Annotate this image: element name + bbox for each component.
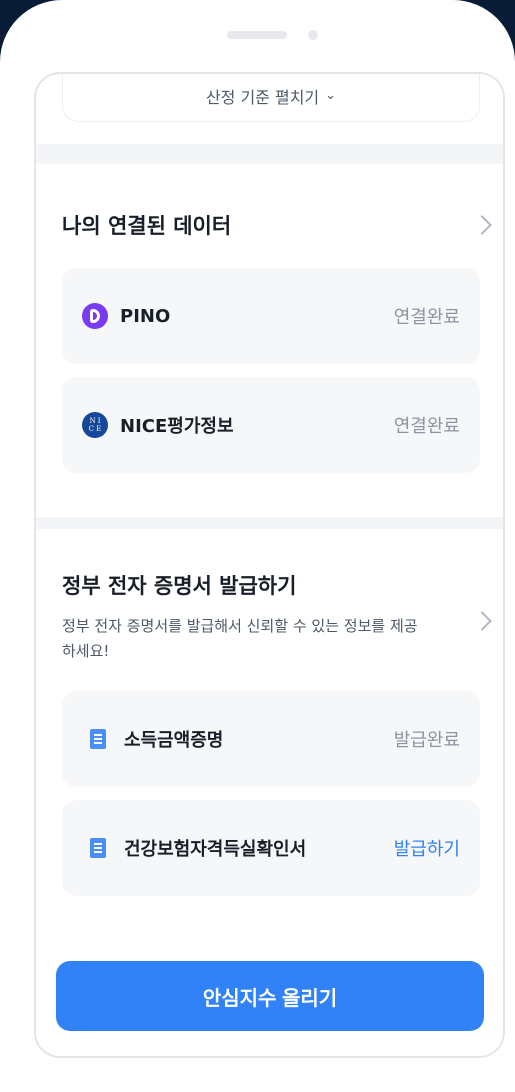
raise-safety-index-button[interactable]: 안심지수 올리기	[56, 961, 484, 1031]
chevron-right-icon	[472, 215, 492, 235]
connected-item-name: PINO	[120, 305, 171, 327]
chevron-down-icon: ⌄	[325, 88, 337, 103]
camera-dot	[308, 30, 318, 40]
criteria-expand-toggle[interactable]: 산정 기준 펼치기 ⌄	[62, 74, 480, 122]
document-icon	[90, 838, 106, 858]
section-divider	[36, 517, 503, 529]
chevron-right-icon	[472, 611, 492, 631]
certificate-item-name: 건강보험자격득실확인서	[124, 839, 307, 860]
certificate-item-income[interactable]: 소득금액증명 발급완료	[62, 691, 480, 787]
connected-data-title: 나의 연결된 데이터	[62, 214, 232, 238]
nice-logo-icon: N I C E	[82, 412, 108, 438]
issue-certificate-button[interactable]: 발급하기	[394, 835, 460, 861]
connected-item-name: NICE평가정보	[120, 416, 234, 437]
criteria-toggle-label: 산정 기준 펼치기	[205, 87, 320, 107]
certificate-item-status: 발급완료	[393, 730, 460, 751]
certificates-title: 정부 전자 증명서 발급하기	[62, 574, 297, 598]
connected-data-header[interactable]: 나의 연결된 데이터	[36, 194, 503, 254]
certificates-description: 정부 전자 증명서를 발급해서 신뢰할 수 있는 정보를 제공하세요!	[62, 617, 418, 660]
speaker-grille	[227, 31, 287, 39]
connected-item-nice[interactable]: N I C E NICE평가정보 연결완료	[62, 377, 480, 473]
certificate-item-name: 소득금액증명	[124, 730, 224, 751]
app-screen: 산정 기준 펼치기 ⌄ 나의 연결된 데이터 PINO 연결완료 N I C E…	[34, 72, 505, 1058]
certificate-item-health-insurance[interactable]: 건강보험자격득실확인서 발급하기	[62, 800, 480, 896]
phone-frame: 산정 기준 펼치기 ⌄ 나의 연결된 데이터 PINO 연결완료 N I C E…	[0, 0, 515, 1092]
pino-logo-icon	[82, 303, 108, 329]
connected-item-status: 연결완료	[393, 307, 460, 328]
section-divider	[36, 144, 503, 164]
connected-item-status: 연결완료	[393, 416, 460, 437]
connected-item-pino[interactable]: PINO 연결완료	[62, 268, 480, 364]
document-icon	[90, 729, 106, 749]
